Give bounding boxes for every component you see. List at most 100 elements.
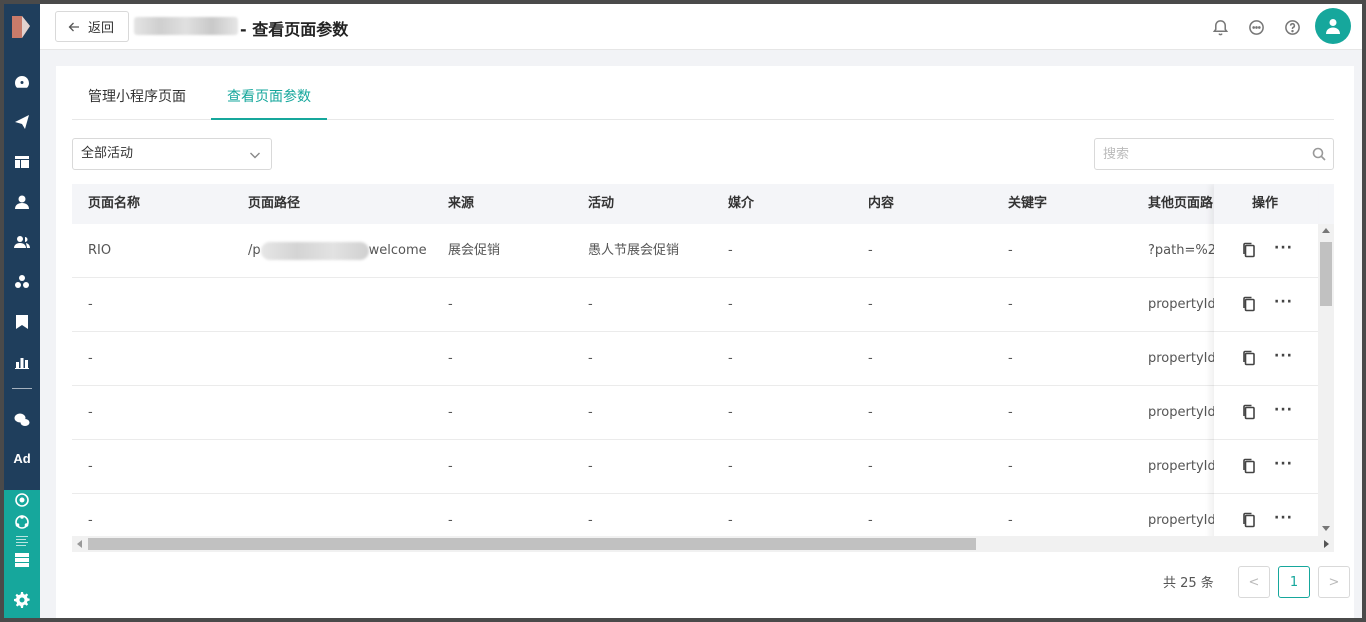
table-row: - - - - - - propertyId bbox=[72, 332, 1318, 386]
prev-page-button[interactable]: < bbox=[1238, 566, 1270, 598]
table-row: - - - - - - propertyId bbox=[72, 278, 1318, 332]
main-card: 管理小程序页面 查看页面参数 全部活动 页面名称 页面路径 来源 活动 媒介 内… bbox=[56, 66, 1354, 618]
col-activity: 活动 bbox=[588, 196, 615, 211]
path-suffix: welcome bbox=[368, 243, 427, 258]
bookmark-icon[interactable] bbox=[10, 310, 34, 334]
cell-activity: - bbox=[588, 459, 593, 474]
cell-other-path: ?path=%2F bbox=[1148, 243, 1218, 258]
copy-icon[interactable] bbox=[1242, 242, 1256, 258]
scroll-left-icon[interactable] bbox=[77, 540, 82, 548]
layout-icon[interactable] bbox=[10, 150, 34, 174]
wechat-icon[interactable] bbox=[10, 408, 34, 432]
top-header: 返回 - 查看页面参数 bbox=[40, 4, 1362, 50]
cell-page-name: - bbox=[88, 405, 93, 420]
cell-source: - bbox=[448, 405, 453, 420]
user-group-icon[interactable] bbox=[10, 230, 34, 254]
cluster-icon[interactable] bbox=[10, 270, 34, 294]
chat-icon[interactable] bbox=[1246, 17, 1266, 37]
action-column: 操作 ··· ··· ··· ··· ··· ··· bbox=[1214, 184, 1318, 552]
target-icon[interactable] bbox=[10, 488, 34, 512]
vertical-scrollbar[interactable] bbox=[1318, 224, 1334, 536]
cell-activity: - bbox=[588, 297, 593, 312]
tab-bar: 管理小程序页面 查看页面参数 bbox=[72, 84, 1334, 120]
cell-page-name: - bbox=[88, 351, 93, 366]
cell-content: - bbox=[868, 243, 873, 258]
user-avatar[interactable] bbox=[1315, 8, 1351, 44]
copy-icon[interactable] bbox=[1242, 512, 1256, 528]
arrow-left-icon bbox=[68, 22, 79, 31]
action-cell: ··· bbox=[1214, 224, 1318, 278]
cell-medium: - bbox=[728, 297, 733, 312]
tab-manage-pages[interactable]: 管理小程序页面 bbox=[72, 84, 202, 120]
cell-medium: - bbox=[728, 243, 733, 258]
cell-other-path: propertyId bbox=[1148, 459, 1216, 474]
dashboard-icon[interactable] bbox=[10, 70, 34, 94]
next-page-button[interactable]: > bbox=[1318, 566, 1350, 598]
cell-other-path: propertyId bbox=[1148, 297, 1216, 312]
cell-page-path bbox=[248, 332, 438, 386]
cell-medium: - bbox=[728, 405, 733, 420]
cell-content: - bbox=[868, 351, 873, 366]
more-icon[interactable]: ··· bbox=[1274, 241, 1292, 258]
params-table: 页面名称 页面路径 来源 活动 媒介 内容 关键字 其他页面路 RIO/p wel… bbox=[72, 184, 1334, 552]
cell-source: - bbox=[448, 459, 453, 474]
back-button[interactable]: 返回 bbox=[55, 11, 129, 42]
cell-page-path: /p welcome bbox=[248, 224, 438, 278]
more-icon[interactable]: ··· bbox=[1274, 349, 1292, 366]
table-header: 页面名称 页面路径 来源 活动 媒介 内容 关键字 其他页面路 bbox=[72, 184, 1334, 224]
col-medium: 媒介 bbox=[728, 196, 755, 211]
total-count: 共 25 条 bbox=[1163, 576, 1214, 591]
more-icon[interactable]: ··· bbox=[1274, 295, 1292, 312]
action-cell: ··· bbox=[1214, 440, 1318, 494]
cell-keyword: - bbox=[1008, 459, 1013, 474]
more-icon[interactable]: ··· bbox=[1274, 403, 1292, 420]
copy-icon[interactable] bbox=[1242, 404, 1256, 420]
horizontal-scrollbar[interactable] bbox=[72, 536, 1334, 552]
cell-source: 展会促销 bbox=[448, 243, 501, 258]
sidebar-divider bbox=[12, 388, 32, 389]
col-page-name: 页面名称 bbox=[88, 196, 141, 211]
cell-keyword: - bbox=[1008, 297, 1013, 312]
vertical-scroll-thumb[interactable] bbox=[1320, 242, 1332, 306]
more-icon[interactable]: ··· bbox=[1274, 457, 1292, 474]
cell-page-path bbox=[248, 278, 438, 332]
more-icon[interactable]: ··· bbox=[1274, 511, 1292, 528]
gear-icon[interactable] bbox=[10, 588, 34, 612]
col-keyword: 关键字 bbox=[1008, 196, 1048, 211]
horizontal-scroll-thumb[interactable] bbox=[88, 538, 976, 550]
page-button-current[interactable]: 1 bbox=[1278, 566, 1310, 598]
col-page-path: 页面路径 bbox=[248, 196, 301, 211]
cell-page-path bbox=[248, 386, 438, 440]
redacted-path bbox=[260, 241, 369, 260]
user-icon[interactable] bbox=[10, 190, 34, 214]
tab-view-page-params[interactable]: 查看页面参数 bbox=[211, 84, 327, 120]
copy-icon[interactable] bbox=[1242, 350, 1256, 366]
cell-activity: - bbox=[588, 405, 593, 420]
copy-icon[interactable] bbox=[1242, 296, 1256, 312]
bar-chart-icon[interactable] bbox=[10, 350, 34, 374]
copy-icon[interactable] bbox=[1242, 458, 1256, 474]
send-icon[interactable] bbox=[10, 110, 34, 134]
back-button-label: 返回 bbox=[88, 21, 115, 36]
action-cell: ··· bbox=[1214, 278, 1318, 332]
ad-icon[interactable]: Ad bbox=[8, 449, 36, 469]
activity-select[interactable]: 全部活动 bbox=[72, 138, 272, 170]
search-input[interactable] bbox=[1094, 138, 1334, 170]
scroll-up-icon[interactable] bbox=[1322, 228, 1330, 233]
cell-content: - bbox=[868, 297, 873, 312]
cell-content: - bbox=[868, 459, 873, 474]
cell-keyword: - bbox=[1008, 351, 1013, 366]
help-icon[interactable] bbox=[1282, 17, 1302, 37]
server-icon[interactable] bbox=[10, 548, 34, 572]
search-icon[interactable] bbox=[1312, 147, 1326, 161]
bell-icon[interactable] bbox=[1210, 17, 1230, 37]
scroll-right-icon[interactable] bbox=[1324, 540, 1329, 548]
scroll-down-icon[interactable] bbox=[1322, 526, 1330, 531]
logo bbox=[8, 12, 36, 42]
cell-keyword: - bbox=[1008, 243, 1013, 258]
chevron-down-icon bbox=[250, 152, 260, 159]
table-row: RIO/p welcome 展会促销 愚人节展会促销 - - - ?path=%2F bbox=[72, 224, 1318, 278]
action-cell: ··· bbox=[1214, 332, 1318, 386]
col-actions: 操作 bbox=[1214, 184, 1318, 224]
table-row: - - - - - - propertyId bbox=[72, 440, 1318, 494]
